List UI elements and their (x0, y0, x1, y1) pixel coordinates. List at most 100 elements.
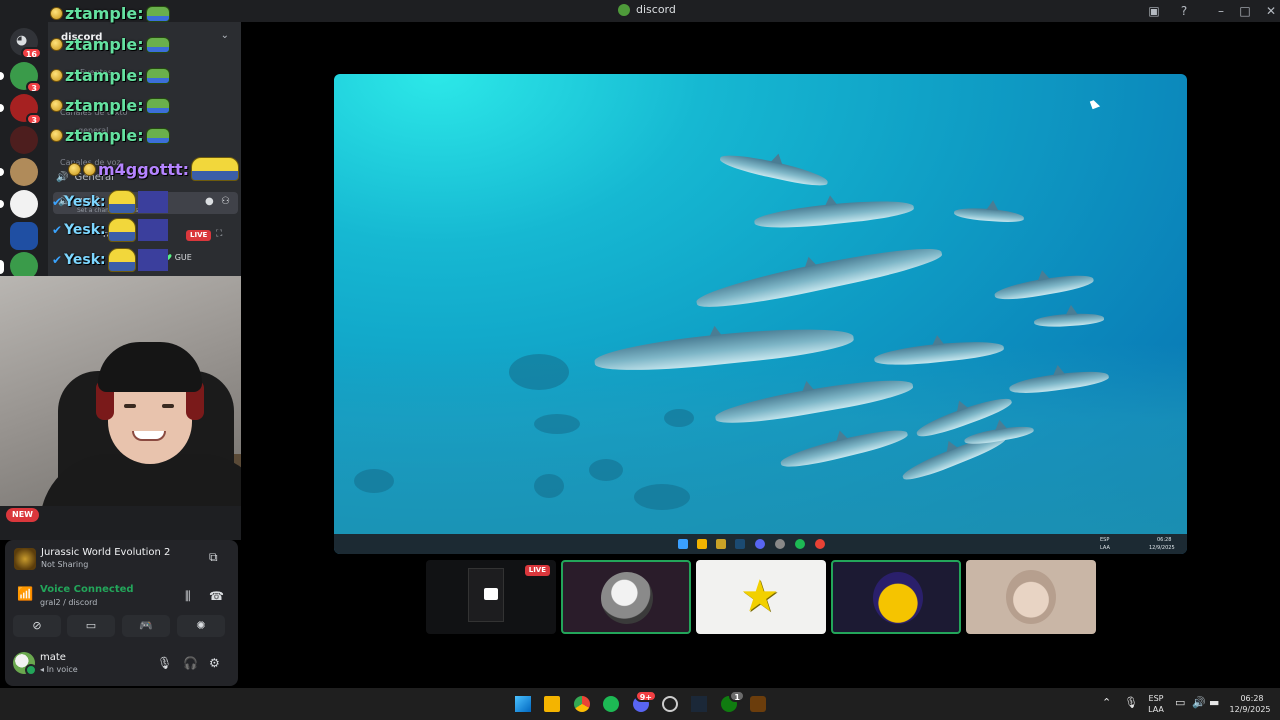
server-dark-icon[interactable] (10, 126, 38, 154)
taskbar-lang2[interactable]: LAA (1146, 705, 1166, 715)
noise-suppression-icon[interactable]: ⫼ (185, 589, 191, 604)
direct-messages-icon[interactable]: ◕ 16 (10, 28, 42, 59)
inbox-icon[interactable]: ▣ (1145, 2, 1163, 20)
spotify-icon (795, 539, 805, 549)
game-title: Jurassic World Evolution 2 (41, 547, 171, 558)
spotify-icon[interactable] (603, 696, 619, 712)
maximize-icon[interactable]: □ (1236, 2, 1254, 20)
emote-icon (191, 157, 240, 181)
dolphin (718, 150, 830, 190)
webcam-eye (124, 404, 136, 408)
camera-off-button[interactable]: ⊘ (13, 615, 61, 637)
screen-share-icon: ▭ (85, 619, 97, 632)
windows-start-icon[interactable] (515, 696, 531, 712)
shared-screen[interactable]: ESP LAA 06:28 12/9/2025 (334, 74, 1187, 554)
emote-strip (137, 219, 168, 241)
chrome-icon (815, 539, 825, 549)
participant-tile-emo[interactable] (831, 560, 961, 634)
dolphin (993, 270, 1095, 304)
screen-share-button[interactable]: ▭ (67, 615, 115, 637)
dolphin (953, 206, 1025, 224)
inner-date: 12/9/2025 (1149, 545, 1175, 551)
chevron-down-icon[interactable]: ⌄ (221, 30, 229, 41)
title-bar: discord ▣ ? – □ ✕ (0, 0, 1280, 22)
battery-icon[interactable]: ▬ (1209, 697, 1219, 708)
coin-icon (50, 129, 63, 142)
file-explorer-icon[interactable] (544, 696, 560, 712)
screen-icon (484, 588, 498, 600)
steam-icon[interactable] (691, 696, 707, 712)
share-screen-icon[interactable]: ⧉ (209, 550, 218, 565)
chat-line: ✔ Yesk: (52, 248, 168, 272)
taskbar-date[interactable]: 12/9/2025 (1226, 705, 1274, 715)
discord-icon (755, 539, 765, 549)
chat-line: ztample: (50, 96, 170, 115)
help-icon[interactable]: ? (1175, 2, 1193, 20)
microphone-icon[interactable]: 🎙 (157, 656, 172, 670)
inner-lang: ESP (1100, 537, 1110, 543)
minion-emote-icon (107, 190, 136, 214)
microphone-icon[interactable]: 🎙 (1124, 697, 1138, 708)
avatar[interactable] (13, 652, 37, 676)
windows-start-icon (678, 539, 688, 549)
taskbar-time[interactable]: 06:28 (1232, 694, 1272, 704)
disconnect-icon[interactable]: ☎ (209, 589, 224, 603)
seafloor-rock (589, 459, 623, 481)
webcam-eye (162, 404, 174, 408)
volume-icon[interactable]: 🔊 (1192, 697, 1206, 708)
discord-icon[interactable]: 9+ (633, 690, 657, 712)
seafloor-rock (354, 469, 394, 493)
taskbar-lang[interactable]: ESP (1146, 694, 1166, 704)
chat-line: ztample: (50, 4, 170, 23)
user-status-text: In voice (46, 665, 78, 674)
chevron-up-icon[interactable]: ⌃ (1102, 697, 1111, 708)
server-rail: ◕ 16 3 3 (0, 22, 48, 280)
pepe-emote-icon (145, 36, 170, 53)
voice-connected-label[interactable]: Voice Connected (40, 584, 134, 595)
dolphin (694, 238, 944, 316)
chat-username: ztample: (65, 126, 144, 145)
server-frog-icon[interactable]: 3 (10, 62, 42, 93)
chat-bubble-icon[interactable]: ● (205, 196, 214, 207)
server-pill (0, 200, 4, 208)
participant-tile-star[interactable]: ★ (696, 560, 826, 634)
server-red-icon[interactable]: 3 (10, 94, 42, 125)
chat-line: m4ggottt: (68, 157, 240, 181)
mouse-cursor-icon (1089, 98, 1101, 110)
discord-taskbar-badge: 9+ (634, 690, 657, 702)
member-gue[interactable]: ♥ GUE (165, 253, 192, 262)
activity-button[interactable]: 🎮 (122, 615, 170, 637)
gear-icon[interactable]: ⚙ (209, 656, 220, 670)
minimize-icon[interactable]: – (1212, 2, 1230, 20)
soundboard-button[interactable]: ✺ (177, 615, 225, 637)
network-icon[interactable]: ▭ (1175, 697, 1185, 708)
obs-icon[interactable] (662, 696, 678, 712)
participant-tile-cat[interactable] (561, 560, 691, 634)
participant-tile-face[interactable] (966, 560, 1096, 634)
file-explorer-icon (697, 539, 707, 549)
dm-badge: 16 (20, 47, 42, 59)
server-pill-active (0, 260, 4, 274)
check-icon: ✔ (52, 195, 63, 209)
close-icon[interactable]: ✕ (1262, 2, 1280, 20)
member-name: GUE (174, 253, 192, 262)
add-member-icon[interactable]: ⚇ (221, 196, 230, 207)
xbox-icon[interactable]: 1 (721, 690, 745, 712)
chrome-icon[interactable] (574, 696, 590, 712)
server-mlb-icon[interactable] (10, 222, 38, 250)
server-pill (0, 72, 4, 80)
avatar (601, 572, 653, 624)
chat-username: Yesk: (64, 194, 106, 210)
server-dog-icon[interactable] (10, 158, 38, 186)
minion-emote-icon (107, 218, 136, 242)
user-name[interactable]: mate (40, 652, 66, 663)
headphones-icon[interactable]: 🎧 (183, 656, 198, 670)
stream-tile-live[interactable]: LIVE (426, 560, 556, 634)
server-snoopy-icon[interactable] (10, 190, 38, 218)
user-status: ◂ In voice (40, 665, 78, 674)
new-badge: NEW (6, 508, 39, 522)
voice-location[interactable]: gral2 / discord (40, 598, 97, 607)
chat-line: ✔ Yesk: (52, 218, 168, 242)
jurassic-world-icon[interactable] (750, 696, 766, 712)
coin-icon (68, 162, 81, 176)
